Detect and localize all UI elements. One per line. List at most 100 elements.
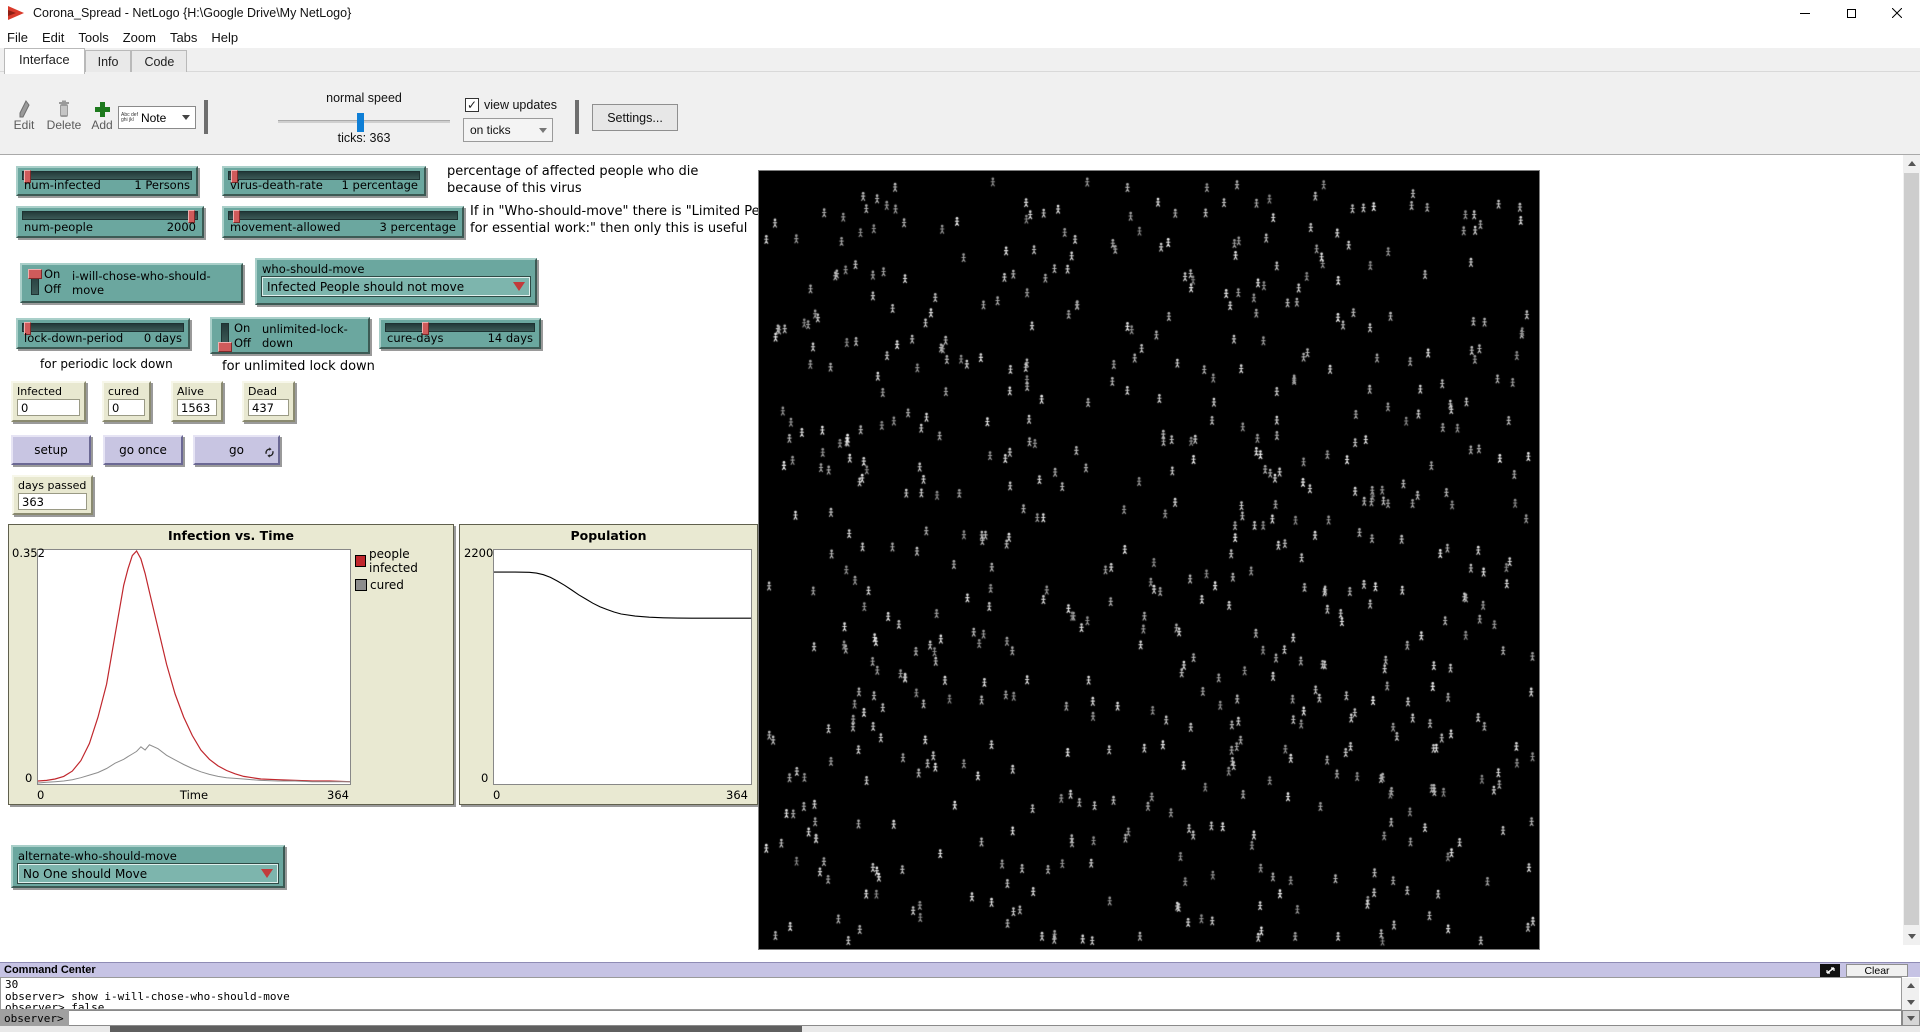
switch-label: i-will-chose-who-should-move [72, 265, 241, 301]
slider-label: virus-death-rate [230, 178, 323, 192]
trash-icon [44, 96, 84, 118]
scroll-down-button[interactable] [1903, 928, 1920, 945]
arrow-up-icon [1908, 161, 1916, 166]
menu-tabs[interactable]: Tabs [163, 30, 204, 45]
menu-file[interactable]: File [0, 30, 35, 45]
setup-button[interactable]: setup [11, 435, 91, 465]
checkbox-check-icon[interactable]: ✓ [465, 98, 479, 112]
slider-value: 0 days [144, 331, 182, 345]
slider-cure-days[interactable]: cure-days14 days [379, 318, 541, 349]
chevron-down-icon [539, 128, 547, 133]
world-canvas[interactable] [759, 171, 1539, 949]
menu-tools[interactable]: Tools [71, 30, 115, 45]
command-center-expand-button[interactable] [1820, 964, 1840, 977]
slider-value: 3 percentage [380, 220, 456, 234]
settings-button[interactable]: Settings... [592, 104, 678, 131]
infection-chart [38, 550, 350, 784]
horizontal-scrollbar[interactable] [0, 1026, 1920, 1032]
tab-bar: Interface Info Code [0, 48, 1920, 72]
world-view[interactable] [758, 170, 1540, 950]
button-label: go [229, 443, 244, 457]
slider-track[interactable] [228, 211, 458, 220]
speed-slider-label: normal speed [278, 91, 450, 105]
slider-movement-allowed[interactable]: movement-allowed 3 percentage [222, 206, 464, 238]
monitor-value: 437 [248, 399, 289, 416]
chooser-value: No One should Move [23, 867, 261, 881]
chooser-dropdown[interactable]: No One should Move [18, 864, 278, 883]
view-updates-checkbox[interactable]: ✓ view updates [465, 98, 557, 112]
menu-edit[interactable]: Edit [35, 30, 71, 45]
go-once-button[interactable]: go once [103, 435, 183, 465]
forever-icon [264, 447, 275, 461]
update-mode-select[interactable]: on ticks [463, 118, 553, 142]
maximize-button[interactable] [1828, 0, 1874, 26]
widget-type-select[interactable]: Abc def ghi jkl Note [118, 106, 196, 129]
chooser-alternate-who-should-move[interactable]: alternate-who-should-move No One should … [11, 845, 285, 888]
y-min-label: 0 [481, 771, 488, 785]
tab-code[interactable]: Code [131, 50, 187, 74]
command-input[interactable] [69, 1010, 1902, 1026]
slider-num-infected[interactable]: num-infected1 Persons [16, 166, 198, 196]
slider-virus-death-rate[interactable]: virus-death-rate1 percentage [222, 166, 426, 196]
clear-button[interactable]: Clear [1846, 964, 1908, 977]
switch-unlimited-lock-down[interactable]: OnOff unlimited-lock-down [210, 317, 370, 354]
update-mode-value: on ticks [470, 123, 539, 137]
slider-num-people[interactable]: num-people2000 [16, 206, 204, 238]
arrow-down-icon [1907, 1000, 1915, 1005]
tab-interface[interactable]: Interface [4, 48, 85, 74]
monitor-infected: Infected 0 [11, 381, 86, 422]
plot-infection-vs-time: Infection vs. Time 0.352 0 0 Time 364 pe… [8, 524, 454, 805]
switch-label: unlimited-lock-down [262, 319, 368, 352]
slider-track[interactable] [22, 211, 198, 220]
x-max-label: 364 [726, 788, 748, 802]
arrow-down-icon [1908, 934, 1916, 939]
expand-icon [1825, 966, 1836, 975]
tab-info[interactable]: Info [85, 50, 132, 74]
toolbar: Edit Delete Add Abc def ghi jkl Note nor… [0, 72, 1920, 155]
x-min-label: 0 [37, 788, 44, 802]
delete-button[interactable]: Delete [44, 96, 84, 132]
x-axis-label: Time [159, 788, 229, 802]
plot-title: Population [460, 528, 757, 543]
switch-handle[interactable] [218, 342, 232, 352]
slider-label: movement-allowed [230, 220, 341, 234]
speed-slider[interactable] [278, 120, 450, 123]
plot-title: Infection vs. Time [9, 528, 453, 543]
command-center-output[interactable]: 30observer> show i-will-chose-who-should… [0, 977, 1902, 1010]
window-title: Corona_Spread - NetLogo {H:\Google Drive… [33, 6, 351, 20]
speed-slider-thumb[interactable] [357, 113, 364, 132]
command-output-line: observer> show i-will-chose-who-should-m… [5, 991, 1901, 1003]
chooser-dropdown[interactable]: Infected People should not move [262, 277, 530, 296]
close-button[interactable] [1874, 0, 1920, 26]
legend-label: cured [370, 578, 404, 592]
widget-type-value: Note [141, 111, 166, 125]
edit-button[interactable]: Edit [6, 96, 42, 132]
ticks-counter: ticks: 363 [278, 131, 450, 145]
chooser-arrow-icon [261, 869, 273, 878]
slider-lock-down-period[interactable]: lock-down-period0 days [16, 318, 190, 349]
switch-handle[interactable] [28, 269, 42, 279]
command-history-button[interactable] [1902, 1010, 1920, 1026]
minimize-button[interactable] [1782, 0, 1828, 26]
menu-zoom[interactable]: Zoom [116, 30, 163, 45]
add-button-label: Add [88, 118, 116, 132]
plot-canvas [37, 549, 351, 785]
y-max-label: 0.352 [12, 546, 45, 560]
scrollbar-thumb[interactable] [110, 1026, 802, 1032]
output-scrollbar[interactable] [1902, 978, 1919, 1010]
add-button[interactable]: Add [88, 96, 116, 132]
chooser-who-should-move[interactable]: who-should-move Infected People should n… [255, 258, 537, 305]
switch-on-off-labels: OnOff [44, 267, 61, 297]
scrollbar-thumb[interactable] [1904, 173, 1919, 925]
observer-prompt: observer> [0, 1010, 69, 1026]
switch-i-will-chose-who-should-move[interactable]: OnOff i-will-chose-who-should-move [20, 263, 243, 303]
menu-help[interactable]: Help [204, 30, 245, 45]
scroll-up-button[interactable] [1903, 155, 1920, 172]
dropdown-arrow-icon [182, 115, 190, 120]
scroll-down-button[interactable] [1902, 995, 1919, 1010]
toolbar-separator [204, 100, 208, 134]
interface-vertical-scrollbar[interactable] [1903, 155, 1920, 945]
go-button[interactable]: go [193, 435, 280, 465]
slider-value: 14 days [488, 331, 533, 345]
scroll-up-button[interactable] [1902, 978, 1919, 993]
